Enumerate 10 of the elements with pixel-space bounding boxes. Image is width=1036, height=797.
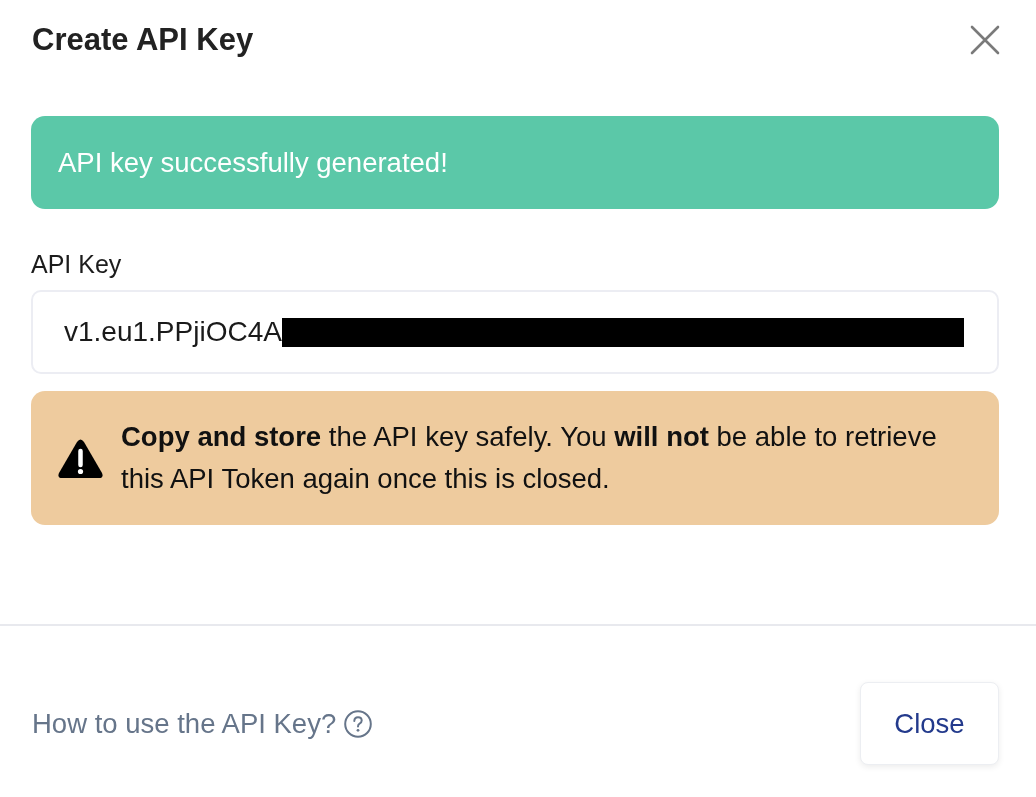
warning-text: Copy and store the API key safely. You will not be able to retrieve this API Token again once this is closed. <box>121 420 938 496</box>
warning-icon <box>57 437 104 479</box>
dialog-title: Create API Key <box>32 22 254 58</box>
close-icon[interactable] <box>970 25 1000 55</box>
help-icon[interactable] <box>344 709 373 738</box>
help-link[interactable]: How to use the API Key? <box>32 707 337 740</box>
field-label: API Key <box>31 249 122 279</box>
close-button[interactable]: Close <box>860 682 999 765</box>
success-banner: API key successfully generated! <box>31 116 999 209</box>
api-key-field[interactable]: v1.eu1.PPjiOC4A <box>31 290 999 374</box>
